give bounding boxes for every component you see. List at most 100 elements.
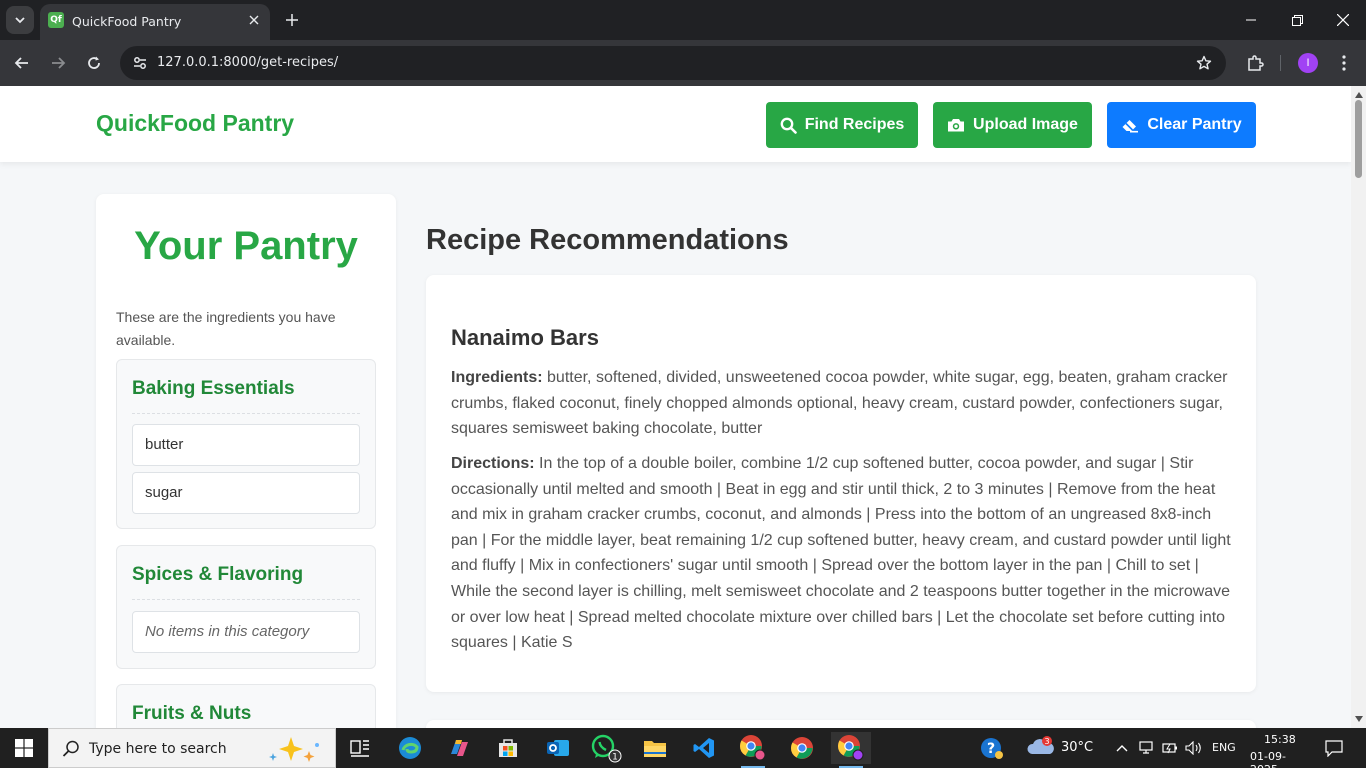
speaker-icon	[1185, 741, 1201, 755]
whatsapp-app[interactable]: 1	[587, 732, 627, 764]
recipe-card	[426, 720, 1256, 728]
pantry-item[interactable]: butter	[132, 424, 360, 466]
new-tab-button[interactable]	[280, 8, 304, 32]
weather-badge: 3	[1044, 737, 1049, 746]
outlook-app[interactable]	[538, 732, 578, 764]
taskbar-search-box[interactable]: Type here to search	[48, 728, 336, 768]
scroll-up-arrow[interactable]	[1354, 90, 1363, 99]
weather-widget[interactable]: 3 30°C	[1026, 732, 1096, 764]
plus-icon	[286, 14, 298, 26]
arrow-left-icon	[14, 57, 28, 69]
forward-button[interactable]	[44, 49, 72, 77]
copilot-icon	[451, 740, 468, 756]
whatsapp-icon: 1	[591, 734, 622, 763]
tab-close-button[interactable]	[244, 10, 264, 30]
close-icon	[249, 15, 259, 25]
task-view-button[interactable]	[340, 732, 380, 764]
clock-date: 01-09-2025	[1250, 750, 1286, 768]
input-language[interactable]: ENG	[1212, 741, 1236, 754]
minimize-button[interactable]	[1228, 0, 1274, 40]
close-icon	[1337, 14, 1349, 26]
recipe-directions: Directions: In the top of a double boile…	[451, 451, 1233, 656]
edge-app[interactable]	[390, 732, 430, 764]
category-title: Spices & Flavoring	[132, 564, 304, 585]
vscode-app[interactable]	[684, 732, 724, 764]
profile-avatar[interactable]: I	[1298, 53, 1318, 73]
find-recipes-button[interactable]: Find Recipes	[766, 102, 918, 148]
upload-image-button[interactable]: Upload Image	[933, 102, 1092, 148]
vscode-icon	[693, 738, 714, 758]
ingredients-label: Ingredients:	[451, 369, 543, 386]
battery-icon	[1162, 743, 1177, 754]
outlook-icon	[547, 740, 569, 756]
scroll-thumb[interactable]	[1355, 100, 1362, 178]
restore-button[interactable]	[1274, 0, 1320, 40]
category-baking-essentials: Baking Essentials butter sugar	[116, 359, 376, 529]
clock-time: 15:38	[1264, 733, 1296, 746]
upload-image-label: Upload Image	[973, 116, 1078, 133]
browser-menu-button[interactable]	[1334, 51, 1354, 75]
minimize-icon	[1246, 19, 1256, 21]
chrome-app-profile-2[interactable]	[831, 732, 871, 768]
browser-toolbar: 127.0.0.1:8000/get-recipes/ I	[0, 40, 1366, 86]
extensions-button[interactable]	[1243, 51, 1267, 75]
directions-text: In the top of a double boiler, combine 1…	[451, 455, 1231, 652]
copilot-sparkle-icon	[265, 733, 329, 765]
address-bar[interactable]: 127.0.0.1:8000/get-recipes/	[120, 46, 1226, 80]
clock[interactable]: 15:38 01-09-2025	[1248, 730, 1310, 768]
copilot-app[interactable]	[439, 732, 479, 764]
recipe-title: Nanaimo Bars	[451, 325, 599, 350]
file-explorer-app[interactable]	[635, 732, 675, 764]
help-icon: ?	[981, 738, 1003, 759]
clear-pantry-label: Clear Pantry	[1147, 116, 1242, 133]
recipe-card: Nanaimo Bars Ingredients: butter, soften…	[426, 275, 1256, 692]
brand-logo[interactable]: QuickFood Pantry	[96, 110, 294, 137]
battery-button[interactable]	[1158, 732, 1182, 764]
notification-icon	[1325, 740, 1343, 757]
site-info-button[interactable]	[130, 53, 150, 73]
recipe-ingredients: Ingredients: butter, softened, divided, …	[451, 365, 1233, 442]
category-divider	[132, 599, 360, 600]
url-text[interactable]: 127.0.0.1:8000/get-recipes/	[157, 55, 338, 70]
directions-label: Directions:	[451, 455, 535, 472]
chrome-app-profile-1[interactable]	[733, 732, 773, 768]
notifications-button[interactable]	[1316, 732, 1352, 764]
ingredients-text: butter, softened, divided, unsweetened c…	[451, 369, 1228, 438]
more-vertical-icon	[1342, 55, 1346, 71]
scroll-down-arrow[interactable]	[1354, 714, 1363, 723]
reload-button[interactable]	[80, 49, 108, 77]
chrome-app[interactable]	[782, 732, 822, 764]
pantry-item[interactable]: sugar	[132, 472, 360, 514]
microsoft-store-app[interactable]	[488, 732, 528, 764]
puzzle-icon	[1248, 55, 1264, 71]
edge-icon	[399, 737, 421, 759]
arrow-right-icon	[52, 57, 66, 69]
network-button[interactable]	[1135, 732, 1159, 764]
network-icon	[1139, 741, 1153, 754]
toolbar-divider	[1280, 55, 1281, 71]
help-tray-button[interactable]: ?	[972, 732, 1012, 764]
bookmark-button[interactable]	[1194, 53, 1214, 73]
show-hidden-icons-button[interactable]	[1110, 732, 1134, 764]
chevron-down-icon	[15, 17, 25, 24]
volume-button[interactable]	[1182, 732, 1206, 764]
pantry-description: These are the ingredients you have avail…	[116, 309, 336, 348]
back-button[interactable]	[8, 49, 36, 77]
category-spices-flavoring: Spices & Flavoring No items in this cate…	[116, 545, 376, 669]
camera-icon	[948, 119, 965, 132]
site-header: QuickFood Pantry Find Recipes Upload Ima…	[0, 86, 1351, 162]
clear-pantry-button[interactable]: Clear Pantry	[1107, 102, 1256, 148]
page-scrollbar[interactable]	[1351, 86, 1366, 728]
category-title: Baking Essentials	[132, 378, 295, 399]
triangle-up-icon	[1354, 91, 1363, 98]
close-window-button[interactable]	[1320, 0, 1366, 40]
start-button[interactable]	[0, 728, 48, 768]
chrome-icon	[838, 735, 864, 761]
star-icon	[1196, 55, 1212, 70]
tab-search-button[interactable]	[6, 6, 34, 34]
search-placeholder: Type here to search	[89, 741, 227, 757]
browser-tab-strip: Qf QuickFood Pantry	[0, 0, 1366, 40]
svg-text:?: ?	[987, 741, 995, 757]
find-recipes-label: Find Recipes	[804, 116, 905, 133]
browser-tab[interactable]: Qf QuickFood Pantry	[40, 4, 270, 40]
